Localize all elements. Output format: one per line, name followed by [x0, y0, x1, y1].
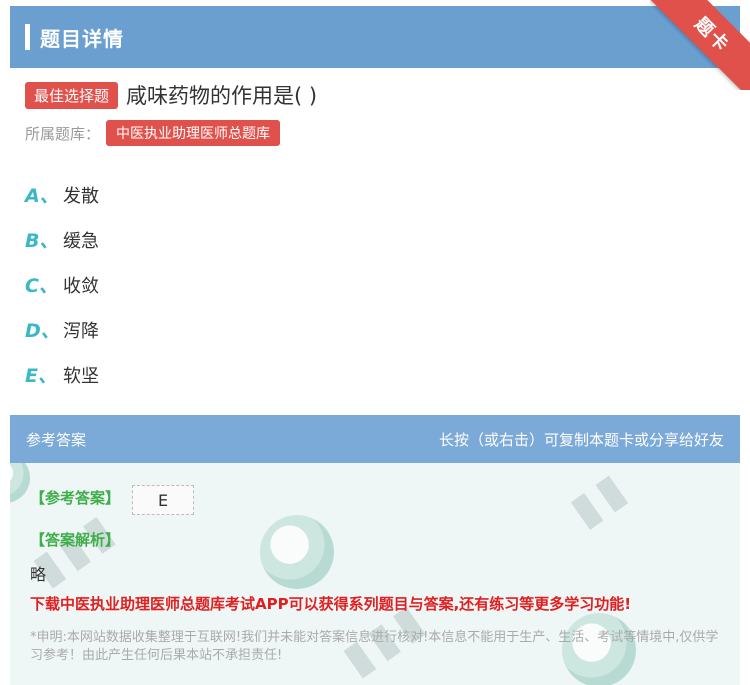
question-text: 咸味药物的作用是( ) [126, 84, 318, 108]
analysis-label: 【答案解析】 [30, 531, 121, 549]
option-letter: A、 [25, 185, 59, 207]
ribbon-label: 题卡 [650, 0, 750, 90]
option-c[interactable]: C、 收敛 [25, 262, 99, 307]
answer-panel-header: 参考答案 长按（或右击）可复制本题卡或分享给好友 [10, 415, 740, 463]
answer-key-value[interactable]: E [132, 485, 194, 515]
bank-label: 所属题库： [25, 124, 101, 143]
share-hint: 长按（或右击）可复制本题卡或分享给好友 [438, 430, 724, 449]
watermark-graphic: ▮▮ [560, 463, 640, 537]
option-letter: E、 [25, 365, 57, 387]
option-letter: D、 [25, 320, 60, 342]
question-type-badge: 最佳选择题 [25, 81, 119, 109]
disclaimer-text: *申明:本网站数据收集整理于互联网!我们并未能对答案信息进行核对!本信息不能用于… [30, 630, 719, 663]
question-row: 最佳选择题 咸味药物的作用是( ) [25, 80, 317, 110]
answer-key-label: 【参考答案】 [30, 489, 121, 507]
analysis-text: 略 [30, 565, 47, 584]
option-text: 发散 [63, 185, 99, 207]
option-text: 收敛 [63, 275, 99, 297]
option-letter: C、 [25, 275, 58, 297]
answer-header-title: 参考答案 [26, 430, 87, 449]
option-text: 缓急 [63, 230, 99, 252]
bank-name-badge[interactable]: 中医执业助理医师总题库 [106, 120, 281, 146]
watermark-logo-icon [260, 515, 334, 589]
answer-panel-body: ▮▮▮ ▮▮▮ ▮▮ 【参考答案】 E 【答案解析】 略 下载中医执业助理医师总… [10, 463, 740, 685]
option-text: 泻降 [63, 320, 99, 342]
options-list: A、 发散 B、 缓急 C、 收敛 D、 泻降 E、 软坚 [25, 172, 99, 397]
download-promo-link[interactable]: 下载中医执业助理医师总题库考试APP可以获得系列题目与答案,还有练习等更多学习功… [30, 593, 631, 614]
option-b[interactable]: B、 缓急 [25, 217, 99, 262]
option-text: 软坚 [63, 365, 99, 387]
option-e[interactable]: E、 软坚 [25, 352, 99, 397]
option-d[interactable]: D、 泻降 [25, 307, 99, 352]
option-a[interactable]: A、 发散 [25, 172, 99, 217]
corner-ribbon[interactable]: 题卡 [650, 0, 750, 90]
page-title: 题目详情 [40, 26, 124, 51]
watermark-logo-icon [10, 463, 30, 503]
option-letter: B、 [25, 230, 59, 252]
header-accent-bar [25, 24, 30, 50]
question-bank-row: 所属题库： 中医执业助理医师总题库 [25, 120, 281, 146]
page-header: 题目详情 [10, 6, 740, 68]
